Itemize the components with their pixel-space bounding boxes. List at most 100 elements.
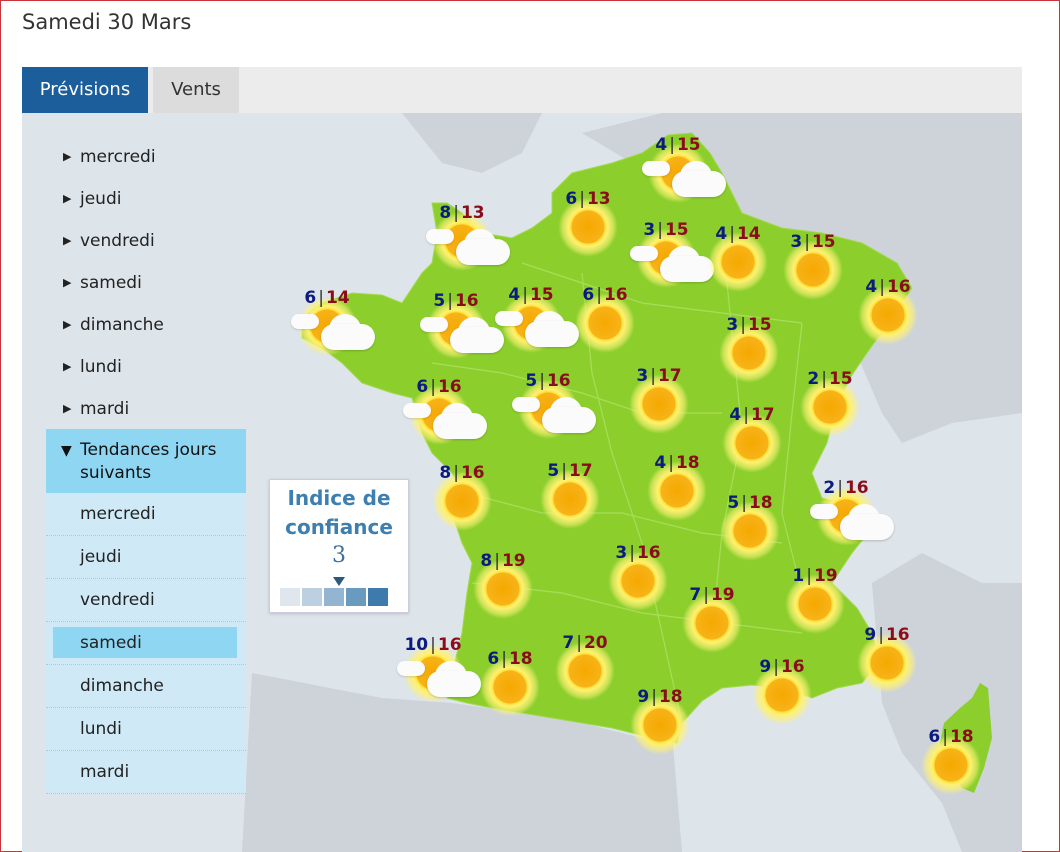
min-temp: 6 (928, 727, 941, 747)
trend-toggle[interactable]: ▼ Tendances jours suivants (46, 429, 246, 493)
temp-separator: | (837, 478, 843, 498)
temp-separator: | (878, 625, 884, 645)
temperature-label: 8 | 13 (422, 203, 502, 223)
min-temp: 4 (865, 277, 878, 297)
max-temp: 16 (454, 291, 479, 311)
tab-vents[interactable]: Vents (153, 67, 239, 113)
max-temp: 15 (828, 369, 853, 389)
min-temp: 5 (525, 371, 538, 391)
trend-item-mardi[interactable]: mardi (46, 751, 246, 794)
cloud-icon (630, 246, 718, 286)
caret-right-icon: ▶ (63, 192, 72, 205)
temp-separator: | (561, 461, 567, 481)
trend-item-dimanche[interactable]: dimanche (46, 665, 246, 708)
temperature-label: 3 | 15 (773, 232, 853, 252)
max-temp: 16 (460, 463, 485, 483)
min-temp: 4 (729, 405, 742, 425)
min-temp: 2 (823, 478, 836, 498)
max-temp: 14 (736, 224, 761, 244)
max-temp: 16 (844, 478, 869, 498)
min-temp: 8 (439, 463, 452, 483)
min-temp: 3 (636, 366, 649, 386)
temp-separator: | (651, 687, 657, 707)
temp-separator: | (447, 291, 453, 311)
day-item-vendredi[interactable]: ▶ vendredi (46, 219, 246, 261)
day-item-dimanche[interactable]: ▶ dimanche (46, 303, 246, 345)
caret-right-icon: ▶ (63, 276, 72, 289)
confidence-scale-step (368, 588, 388, 606)
tab-bar: Prévisions Vents (22, 67, 1022, 113)
max-temp: 18 (508, 649, 533, 669)
temp-separator: | (596, 285, 602, 305)
temperature-label: 4 | 15 (491, 285, 571, 305)
temperature-label: 1 | 19 (775, 566, 855, 586)
temperature-label: 6 | 13 (548, 189, 628, 209)
day-item-lundi[interactable]: ▶ lundi (46, 345, 246, 387)
confidence-scale-step (302, 588, 322, 606)
min-temp: 6 (582, 285, 595, 305)
temp-separator: | (629, 543, 635, 563)
confidence-scale-step (324, 588, 344, 606)
temperature-label: 6 | 14 (287, 288, 367, 308)
forecast-panel: ▶ mercredi ▶ jeudi ▶ vendredi ▶ samedi ▶ dima… (22, 113, 1022, 852)
max-temp: 18 (675, 453, 700, 473)
temperature-label: 4 | 14 (698, 224, 778, 244)
tab-previsions[interactable]: Prévisions (22, 67, 148, 113)
cloud-icon (426, 229, 514, 269)
temperature-label: 7 | 20 (545, 633, 625, 653)
trend-item-lundi[interactable]: lundi (46, 708, 246, 751)
day-item-mercredi[interactable]: ▶ mercredi (46, 135, 246, 177)
day-item-samedi[interactable]: ▶ samedi (46, 261, 246, 303)
temperature-label: 8 | 19 (463, 551, 543, 571)
min-temp: 4 (655, 135, 668, 155)
temperature-label: 4 | 15 (638, 135, 718, 155)
temperature-label: 2 | 15 (790, 369, 870, 389)
confidence-scale (280, 588, 390, 610)
min-temp: 3 (790, 232, 803, 252)
temp-separator: | (741, 493, 747, 513)
max-temp: 20 (583, 633, 608, 653)
temp-separator: | (453, 203, 459, 223)
max-temp: 19 (813, 566, 838, 586)
max-temp: 13 (586, 189, 611, 209)
temperature-label: 9 | 18 (620, 687, 700, 707)
min-temp: 8 (439, 203, 452, 223)
cloud-icon (403, 403, 491, 443)
cloud-icon (810, 504, 898, 544)
min-temp: 6 (416, 377, 429, 397)
max-temp: 15 (676, 135, 701, 155)
day-item-mardi[interactable]: ▶ mardi (46, 387, 246, 429)
min-temp: 9 (759, 657, 772, 677)
cloud-icon (512, 397, 600, 437)
temperature-label: 3 | 17 (619, 366, 699, 386)
temp-separator: | (522, 285, 528, 305)
trend-item-samedi-selected[interactable]: samedi (46, 622, 246, 665)
max-temp: 15 (664, 220, 689, 240)
temp-separator: | (879, 277, 885, 297)
temperature-label: 6 | 18 (470, 649, 550, 669)
temperature-label: 3 | 15 (709, 315, 789, 335)
temp-separator: | (650, 366, 656, 386)
temp-separator: | (806, 566, 812, 586)
min-temp: 4 (654, 453, 667, 473)
max-temp: 16 (780, 657, 805, 677)
temperature-label: 9 | 16 (742, 657, 822, 677)
min-temp: 3 (726, 315, 739, 335)
temperature-label: 6 | 16 (399, 377, 479, 397)
max-temp: 19 (710, 585, 735, 605)
max-temp: 17 (657, 366, 682, 386)
trend-item-vendredi[interactable]: vendredi (46, 579, 246, 622)
min-temp: 7 (562, 633, 575, 653)
min-temp: 10 (404, 635, 429, 655)
max-temp: 15 (747, 315, 772, 335)
day-navigation: ▶ mercredi ▶ jeudi ▶ vendredi ▶ samedi ▶ dima… (46, 135, 246, 794)
temp-separator: | (453, 463, 459, 483)
trend-item-jeudi[interactable]: jeudi (46, 536, 246, 579)
min-temp: 9 (864, 625, 877, 645)
trend-item-mercredi[interactable]: mercredi (46, 493, 246, 536)
confidence-scale-step (346, 588, 366, 606)
day-item-jeudi[interactable]: ▶ jeudi (46, 177, 246, 219)
confidence-pointer-icon (333, 577, 345, 586)
min-temp: 5 (727, 493, 740, 513)
temp-separator: | (773, 657, 779, 677)
